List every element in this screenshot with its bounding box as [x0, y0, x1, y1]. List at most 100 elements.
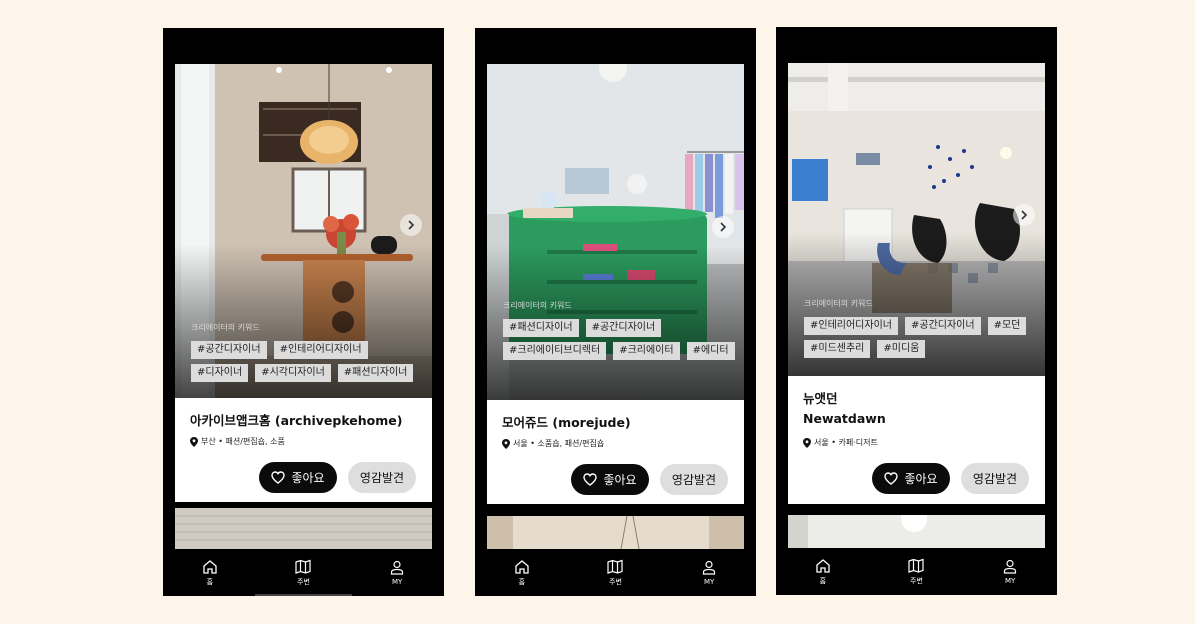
- tab-nearby[interactable]: 주변: [585, 559, 645, 587]
- chevron-right-icon: [1021, 210, 1028, 220]
- inspiration-button[interactable]: 영감발견: [961, 463, 1029, 494]
- tab-nearby[interactable]: 주변: [273, 559, 333, 587]
- user-icon: [391, 560, 404, 575]
- heart-icon: [583, 473, 598, 486]
- next-photo-button[interactable]: [400, 214, 422, 236]
- store-photo[interactable]: 크리에이터의 키워드 #인테리어디자이너 #공간디자이너 #모던 #미드센추리 …: [788, 63, 1045, 376]
- home-icon: [203, 559, 217, 574]
- map-icon: [607, 559, 624, 574]
- bottom-tab-bar: 홈 주변 MY: [776, 548, 1057, 595]
- tab-label: 주변: [297, 577, 310, 586]
- tab-home[interactable]: 홈: [492, 559, 552, 587]
- keyword-chip[interactable]: #패션디자이너: [503, 319, 579, 337]
- keyword-chip[interactable]: #공간디자이너: [585, 319, 662, 337]
- bottom-tab-bar: 홈 주변 MY: [475, 549, 756, 596]
- inspiration-label: 영감발견: [671, 473, 717, 487]
- store-photo[interactable]: 크리에이터의 키워드 #공간디자이너 #인테리어디자이너 #디자이너 #시각디자…: [175, 64, 432, 398]
- tab-label: 홈: [518, 577, 526, 586]
- store-name: Newatdawn: [803, 411, 886, 426]
- keyword-chip[interactable]: #에디터: [686, 342, 735, 360]
- tab-home[interactable]: 홈: [793, 558, 853, 586]
- heart-icon: [884, 472, 899, 485]
- location-text: 서울 • 카페·디저트: [814, 438, 878, 447]
- tab-nearby[interactable]: 주변: [886, 558, 946, 586]
- keyword-chip[interactable]: #디자이너: [191, 364, 249, 382]
- keyword-chip[interactable]: #미드센추리: [804, 340, 871, 358]
- inspiration-button[interactable]: 영감발견: [660, 464, 728, 495]
- like-button[interactable]: 좋아요: [872, 463, 950, 494]
- next-photo-button[interactable]: [1013, 204, 1035, 226]
- keyword-chip[interactable]: #공간디자이너: [904, 317, 981, 335]
- tab-label: 홈: [206, 577, 214, 586]
- chevron-right-icon: [720, 222, 727, 232]
- store-card[interactable]: 아카이브앱크홈 (archivepkehome) 부산 • 패션/편집숍, 소품…: [175, 398, 432, 502]
- store-location: 서울 • 소품숍, 패션/편집숍: [502, 438, 604, 449]
- like-button[interactable]: 좋아요: [571, 464, 649, 495]
- store-name: 모어쥬드 (morejude): [502, 415, 631, 430]
- keyword-chips: #인테리어디자이너 #공간디자이너 #모던 #미드센추리 #미디움: [804, 317, 1039, 358]
- home-icon: [816, 558, 830, 573]
- store-location: 서울 • 카페·디저트: [803, 437, 878, 448]
- next-store-photo[interactable]: [175, 508, 432, 549]
- keyword-label: 크리에이터의 키워드: [804, 299, 873, 308]
- next-store-photo[interactable]: [788, 515, 1045, 549]
- keyword-chip[interactable]: #인테리어디자이너: [804, 317, 898, 335]
- user-icon: [703, 560, 716, 575]
- phone-screen-3: 크리에이터의 키워드 #인테리어디자이너 #공간디자이너 #모던 #미드센추리 …: [776, 27, 1057, 595]
- location-pin-icon: [190, 436, 198, 447]
- store-photo[interactable]: 크리에이터의 키워드 #패션디자이너 #공간디자이너 #크리에이티브디렉터 #크…: [487, 64, 744, 400]
- bottom-tab-bar: 홈 주변 MY: [163, 549, 444, 596]
- keyword-chips: #패션디자이너 #공간디자이너 #크리에이티브디렉터 #크리에이터 #에디터: [503, 319, 738, 360]
- home-icon: [515, 559, 529, 574]
- location-pin-icon: [803, 437, 811, 448]
- like-label: 좋아요: [904, 472, 938, 486]
- next-store-image: [487, 516, 744, 549]
- tab-label: 주변: [910, 576, 923, 585]
- like-button[interactable]: 좋아요: [259, 462, 337, 493]
- tab-label: 홈: [819, 576, 827, 585]
- tab-my[interactable]: MY: [367, 560, 427, 586]
- tab-label: 주변: [609, 577, 622, 586]
- user-icon: [1004, 559, 1017, 574]
- store-name: 아카이브앱크홈 (archivepkehome): [190, 413, 403, 428]
- keyword-chip[interactable]: #모던: [987, 317, 1027, 335]
- heart-icon: [271, 471, 286, 484]
- keyword-chip[interactable]: #크리에이터: [613, 342, 680, 360]
- map-icon: [295, 559, 312, 574]
- tab-home[interactable]: 홈: [180, 559, 240, 587]
- keyword-label: 크리에이터의 키워드: [191, 323, 260, 332]
- like-label: 좋아요: [603, 473, 637, 487]
- phone-screen-1: 크리에이터의 키워드 #공간디자이너 #인테리어디자이너 #디자이너 #시각디자…: [163, 28, 444, 596]
- keyword-label: 크리에이터의 키워드: [503, 301, 572, 310]
- next-store-image: [788, 515, 1045, 549]
- store-name-korean: 뉴앳던: [803, 391, 838, 406]
- keyword-chip[interactable]: #크리에이티브디렉터: [503, 342, 607, 360]
- keyword-chip[interactable]: #인테리어디자이너: [273, 341, 368, 359]
- inspiration-label: 영감발견: [972, 472, 1018, 486]
- tab-label: MY: [1004, 576, 1016, 585]
- location-text: 서울 • 소품숍, 패션/편집숍: [513, 439, 605, 448]
- home-indicator: [255, 594, 352, 596]
- keyword-chip[interactable]: #미디움: [877, 340, 926, 358]
- tab-my[interactable]: MY: [980, 559, 1040, 585]
- location-pin-icon: [502, 438, 510, 449]
- keyword-chip[interactable]: #패션디자이너: [337, 364, 414, 382]
- store-card[interactable]: 뉴앳던 Newatdawn 서울 • 카페·디저트 좋아요 영감발견: [788, 376, 1045, 504]
- location-text: 부산 • 패션/편집숍, 소품: [201, 437, 285, 446]
- tab-label: MY: [703, 577, 715, 586]
- like-label: 좋아요: [291, 471, 325, 485]
- tab-my[interactable]: MY: [679, 560, 739, 586]
- next-photo-button[interactable]: [712, 216, 734, 238]
- keyword-chips: #공간디자이너 #인테리어디자이너 #디자이너 #시각디자이너 #패션디자이너: [191, 341, 426, 382]
- keyword-chip[interactable]: #공간디자이너: [191, 341, 267, 359]
- chevron-right-icon: [408, 220, 415, 230]
- next-store-photo[interactable]: [487, 516, 744, 549]
- keyword-chip[interactable]: #시각디자이너: [255, 364, 331, 382]
- store-card[interactable]: 모어쥬드 (morejude) 서울 • 소품숍, 패션/편집숍 좋아요 영감발…: [487, 400, 744, 504]
- tab-label: MY: [391, 577, 403, 586]
- next-store-image: [175, 508, 432, 549]
- inspiration-button[interactable]: 영감발견: [348, 462, 416, 493]
- inspiration-label: 영감발견: [359, 471, 405, 485]
- phone-screen-2: 크리에이터의 키워드 #패션디자이너 #공간디자이너 #크리에이티브디렉터 #크…: [475, 28, 756, 596]
- map-icon: [908, 558, 925, 573]
